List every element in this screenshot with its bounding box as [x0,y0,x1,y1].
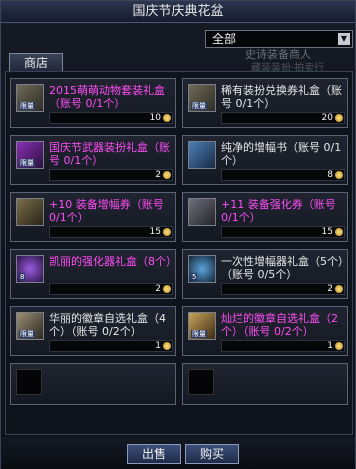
empty-item-card [10,363,176,405]
tab-shop[interactable]: 商店 [9,53,63,72]
price-bar: 1 [49,340,173,352]
limited-tag: 限量 [191,330,207,338]
shop-item-card[interactable]: 纯净的增幅书（账号 0/1个） 8 [182,135,348,185]
coin-icon [335,114,343,122]
shop-item-card[interactable]: 限量 国庆节武器装扮礼盒（账号 0/1个） 2 [10,135,176,185]
emblem-box-icon: 限量 [16,312,44,340]
shop-item-card[interactable]: +11 装备强化券（账号 0/1个） 15 [182,192,348,242]
item-name: 灿烂的徽章自选礼盒（2个）（账号 0/2个） [221,312,338,338]
item-price: 20 [321,113,333,123]
sell-button[interactable]: 出售 [127,444,181,464]
price-bar: 2 [221,283,345,295]
shop-item-card[interactable]: 8 凯丽的强化器礼盒（8个） 2 [10,249,177,299]
coin-icon [163,171,171,179]
buy-button[interactable]: 购买 [185,444,239,464]
price-bar: 10 [49,112,173,124]
coin-icon [163,285,171,293]
empty-item-card [182,363,348,405]
orb-icon: 8 [16,255,44,283]
coin-icon [335,285,343,293]
item-name: 2015萌萌动物套装礼盒（账号 0/1个） [49,84,165,110]
price-bar: 1 [221,340,345,352]
shop-item-card[interactable]: 限量 灿烂的徽章自选礼盒（2个）（账号 0/2个） 1 [182,306,348,356]
count-tag: 5 [191,273,198,281]
item-price: 10 [149,113,161,123]
coin-icon [335,342,343,350]
amplify-ticket-icon [16,198,44,226]
limited-tag: 限量 [19,159,35,167]
gift-box-icon: 限量 [188,84,216,112]
coin-icon [163,342,171,350]
item-price: 15 [321,227,333,237]
price-bar: 15 [49,226,173,238]
price-bar: 20 [221,112,345,124]
shop-item-card[interactable]: 限量 2015萌萌动物套装礼盒（账号 0/1个） 10 [10,78,176,128]
shop-item-card[interactable]: 限量 华丽的徽章自选礼盒（4个）（账号 0/2个） 1 [10,306,176,356]
empty-slot [16,369,42,395]
shop-item-card[interactable]: 5 一次性增幅器礼盒（5个）（账号 0/5个） 2 [182,249,348,299]
item-price: 2 [327,284,333,294]
item-grid: 限量 2015萌萌动物套装礼盒（账号 0/1个） 10 限量 稀有装扮兑换券礼盒… [5,71,353,435]
item-price: 2 [155,284,161,294]
price-bar: 2 [49,283,173,295]
dropdown-selected-value: 全部 [212,32,237,46]
item-name: 纯净的增幅书（账号 0/1个） [221,141,342,167]
limited-tag: 限量 [19,330,35,338]
coin-icon [335,171,343,179]
item-price: 1 [155,341,161,351]
item-name: 华丽的徽章自选礼盒（4个）（账号 0/2个） [49,312,166,338]
item-price: 2 [155,170,161,180]
coin-icon [163,114,171,122]
emblem-box-icon: 限量 [188,312,216,340]
count-tag: 8 [19,273,26,281]
limited-tag: 限量 [19,102,35,110]
limited-tag: 限量 [191,102,207,110]
gift-box-icon: 限量 [16,84,44,112]
item-name: 国庆节武器装扮礼盒（账号 0/1个） [49,141,170,167]
chevron-down-icon[interactable]: ▼ [338,33,350,45]
item-name: 稀有装扮兑换券礼盒（账号 0/1个） [221,84,342,110]
item-price: 1 [327,341,333,351]
window-title: 国庆节庆典花盆 [1,1,355,23]
item-name: 一次性增幅器礼盒（5个）（账号 0/5个） [221,255,344,281]
book-icon [188,141,216,169]
item-price: 8 [327,170,333,180]
shop-window: 国庆节庆典花盆 全部 ▼ 史诗装备商人 藏装装扮·拍卖行 商店 限量 2015萌… [0,0,356,469]
coin-icon [335,228,343,236]
price-bar: 8 [221,169,345,181]
enhance-ticket-icon [188,198,216,226]
item-name: +11 装备强化券（账号 0/1个） [221,198,336,224]
item-name: 凯丽的强化器礼盒（8个） [49,255,177,268]
shop-item-card[interactable]: 限量 稀有装扮兑换券礼盒（账号 0/1个） 20 [182,78,348,128]
shop-item-card[interactable]: +10 装备增幅券（账号 0/1个） 15 [10,192,176,242]
gift-box-icon: 限量 [16,141,44,169]
item-price: 15 [149,227,161,237]
coin-icon [163,228,171,236]
item-name: +10 装备增幅券（账号 0/1个） [49,198,164,224]
price-bar: 2 [49,169,173,181]
empty-slot [188,369,214,395]
orb-icon: 5 [188,255,216,283]
price-bar: 15 [221,226,345,238]
